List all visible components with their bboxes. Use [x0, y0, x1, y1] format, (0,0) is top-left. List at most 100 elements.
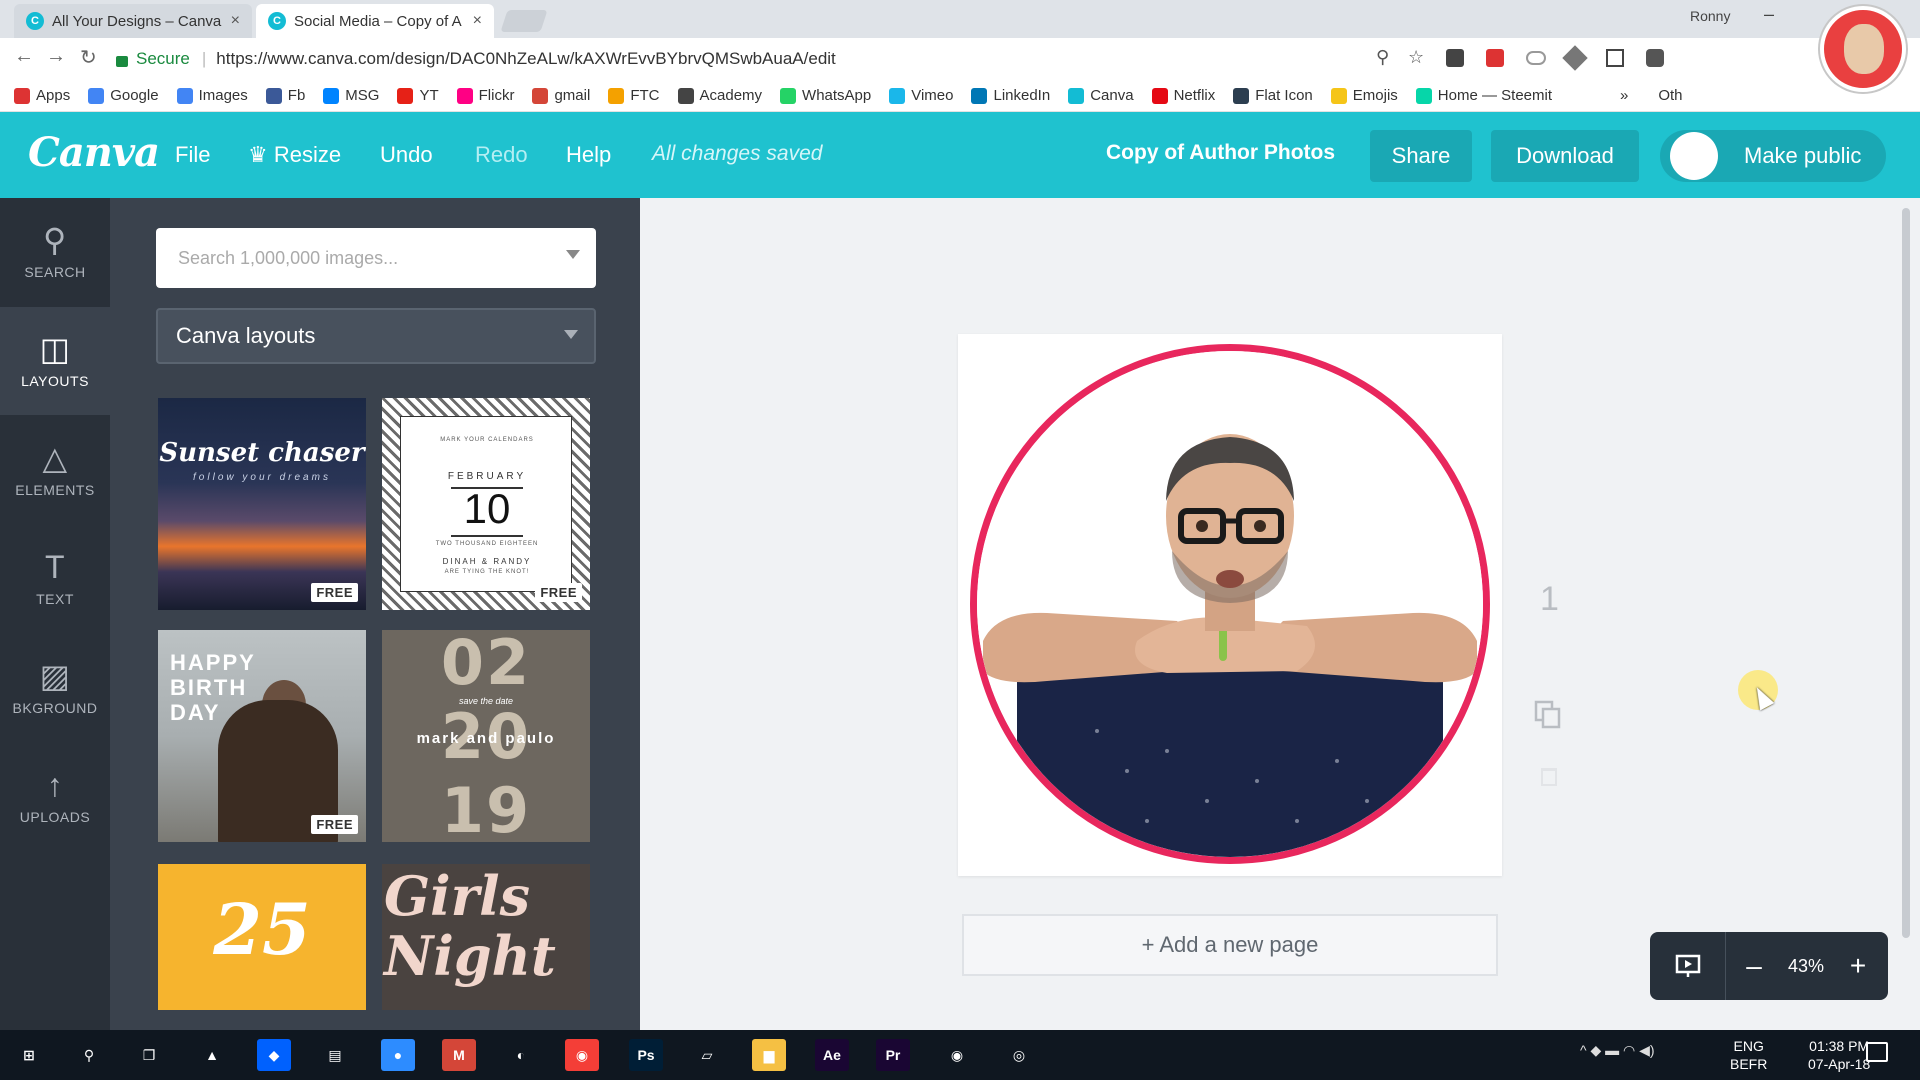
nav-search[interactable]: ⚲ SEARCH: [0, 198, 110, 306]
bookmark-item[interactable]: Fb: [265, 87, 305, 104]
bookmark-item[interactable]: Emojis: [1330, 87, 1398, 104]
taskbar-after-effects-icon[interactable]: Ae: [815, 1039, 849, 1071]
taskbar-obs-icon[interactable]: ◎: [1002, 1039, 1036, 1071]
bookmark-item[interactable]: Apps: [14, 87, 70, 104]
bookmark-star-icon[interactable]: ☆: [1408, 47, 1424, 68]
taskbar-zoom-icon[interactable]: ●: [381, 1039, 415, 1071]
make-public-toggle[interactable]: Make public: [1660, 130, 1886, 182]
reload-icon[interactable]: ↻: [80, 45, 97, 70]
taskbar-gmail-icon[interactable]: M: [442, 1039, 476, 1071]
nav-uploads[interactable]: ↑ UPLOADS: [0, 743, 110, 851]
bookmark-item[interactable]: Netflix: [1151, 87, 1215, 104]
file-menu[interactable]: File: [175, 142, 210, 168]
zoom-in-button[interactable]: +: [1836, 950, 1880, 982]
hash-extension-icon[interactable]: [1606, 49, 1624, 67]
taskbar-search-icon[interactable]: ⚲: [72, 1039, 106, 1071]
help-menu[interactable]: Help: [566, 142, 611, 168]
shield-extension-icon[interactable]: [1646, 49, 1664, 67]
nav-elements[interactable]: △ ELEMENTS: [0, 416, 110, 524]
circle-photo-frame[interactable]: [970, 344, 1490, 864]
taskbar-clock[interactable]: 01:38 PM 07-Apr-18: [1808, 1037, 1870, 1073]
tab-close-icon[interactable]: ×: [231, 12, 240, 30]
present-screen-icon[interactable]: [1650, 932, 1726, 1000]
bookmark-item[interactable]: Academy: [677, 87, 762, 104]
toggle-knob[interactable]: [1670, 132, 1718, 180]
delete-page-icon[interactable]: [1541, 768, 1557, 786]
redo-button[interactable]: Redo: [475, 142, 528, 168]
download-button[interactable]: Download: [1491, 130, 1639, 182]
back-arrow-icon[interactable]: ←: [14, 45, 34, 68]
bookmark-item[interactable]: Images: [176, 87, 248, 104]
tab-social-media[interactable]: C Social Media – Copy of A ×: [256, 4, 494, 38]
address-bar[interactable]: Secure | https://www.canva.com/design/DA…: [116, 43, 1416, 75]
tab-all-your-designs[interactable]: C All Your Designs – Canva ×: [14, 4, 252, 38]
taskbar-windows-start-icon[interactable]: ⊞: [12, 1039, 46, 1071]
nav-text[interactable]: T TEXT: [0, 525, 110, 633]
design-title[interactable]: Copy of Author Photos: [1106, 141, 1335, 165]
layout-category-select[interactable]: Canva layouts: [156, 308, 596, 364]
other-bookmarks-folder[interactable]: Oth: [1658, 87, 1682, 104]
taskbar-pocketcasts-icon[interactable]: ◉: [565, 1039, 599, 1071]
resize-menu[interactable]: ♛ Resize: [248, 142, 341, 168]
taskbar-photoshop-icon[interactable]: Ps: [629, 1039, 663, 1071]
extension-icon[interactable]: [1486, 49, 1504, 67]
taskbar-premiere-icon[interactable]: Pr: [876, 1039, 910, 1071]
bookmark-item[interactable]: Vimeo: [889, 87, 953, 104]
taskbar-dropbox-icon[interactable]: ◆: [257, 1039, 291, 1071]
duplicate-page-icon[interactable]: [1534, 700, 1562, 730]
nav-background[interactable]: ▨ BKGROUND: [0, 634, 110, 742]
layout-thumb-class-25[interactable]: 25: [158, 864, 366, 1010]
bookmark-item[interactable]: Google: [88, 87, 159, 104]
bookmark-item[interactable]: gmail: [532, 87, 590, 104]
bookmark-item[interactable]: Flickr: [456, 87, 514, 104]
canva-logo[interactable]: Canva: [28, 129, 160, 176]
nav-layouts[interactable]: ◫ LAYOUTS: [0, 307, 110, 415]
add-page-button[interactable]: + Add a new page: [962, 914, 1498, 976]
browser-profile-name[interactable]: Ronny: [1690, 8, 1730, 24]
taskbar-vlc-icon[interactable]: ▲: [195, 1039, 229, 1071]
pen-extension-icon[interactable]: [1562, 45, 1588, 71]
bookmarks-overflow-icon[interactable]: »: [1620, 87, 1628, 104]
bookmark-item[interactable]: WhatsApp: [780, 87, 871, 104]
taskbar-explorer-app-icon[interactable]: ▤: [318, 1039, 352, 1071]
language-indicator[interactable]: ENG BEFR: [1730, 1037, 1767, 1073]
tab-close-icon[interactable]: ×: [473, 12, 482, 30]
undo-button[interactable]: Undo: [380, 142, 433, 168]
zoom-out-button[interactable]: –: [1732, 950, 1776, 982]
cloud-extension-icon[interactable]: [1526, 51, 1546, 65]
zoom-level[interactable]: 43%: [1776, 956, 1836, 977]
bookmark-item[interactable]: FTC: [608, 87, 660, 104]
share-button[interactable]: Share: [1370, 130, 1472, 182]
bookmark-item[interactable]: YT: [397, 87, 439, 104]
system-tray-icons[interactable]: ^ ◆ ▬ ◠ ◀): [1580, 1042, 1655, 1059]
bookmark-item[interactable]: MSG: [323, 87, 379, 104]
thumb-names: DINAH & RANDY: [442, 557, 532, 566]
chevron-down-icon[interactable]: [566, 250, 580, 259]
taskbar-chrome-canary-icon[interactable]: ◐: [504, 1039, 538, 1071]
bookmark-item[interactable]: Canva: [1068, 87, 1134, 104]
taskbar-file-explorer-icon[interactable]: ▆: [752, 1039, 786, 1071]
profile-avatar[interactable]: [1820, 6, 1906, 92]
image-search-box[interactable]: [156, 228, 596, 288]
new-tab-button[interactable]: [500, 10, 548, 32]
layout-thumb-girls-night[interactable]: Girls Night: [382, 864, 590, 1010]
taskbar-task-view-icon[interactable]: ❐: [132, 1039, 166, 1071]
design-page[interactable]: [958, 334, 1502, 876]
workspace-scrollbar[interactable]: [1902, 208, 1910, 938]
layout-thumb-birthday[interactable]: HAPPY BIRTH DAY FREE: [158, 630, 366, 842]
bookmark-item[interactable]: Flat Icon: [1233, 87, 1313, 104]
pocket-extension-icon[interactable]: [1446, 49, 1464, 67]
layout-thumb-sunset-chaser[interactable]: Sunset chaser follow your dreams FREE: [158, 398, 366, 610]
url-text[interactable]: https://www.canva.com/design/DAC0NhZeALw…: [216, 49, 835, 69]
taskbar-notes-icon[interactable]: ▱: [690, 1039, 724, 1071]
forward-arrow-icon[interactable]: →: [46, 45, 66, 68]
bookmark-item[interactable]: LinkedIn: [971, 87, 1050, 104]
notifications-icon[interactable]: [1866, 1042, 1888, 1062]
layout-thumb-save-the-date[interactable]: 02 save the date 20 mark and paulo 19: [382, 630, 590, 842]
minimize-window-button[interactable]: –: [1764, 4, 1774, 25]
image-search-input[interactable]: [178, 247, 548, 269]
taskbar-chrome-icon[interactable]: ◉: [940, 1039, 974, 1071]
layout-thumb-calendar[interactable]: MARK YOUR CALENDARS FEBRUARY 10 TWO THOU…: [382, 398, 590, 610]
bookmark-item[interactable]: Home — Steemit: [1415, 87, 1552, 104]
zoom-magnifier-icon[interactable]: ⚲: [1376, 47, 1389, 68]
